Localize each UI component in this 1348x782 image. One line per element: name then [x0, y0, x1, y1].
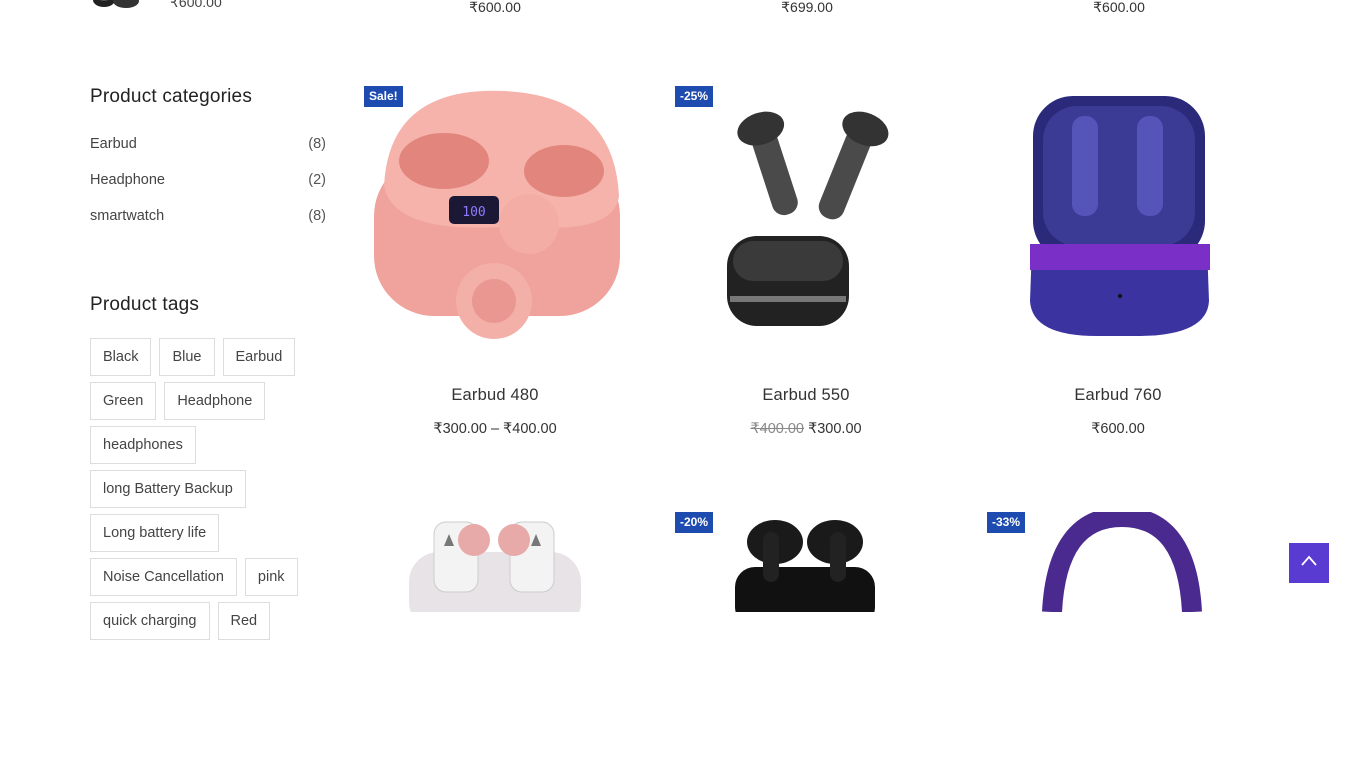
tag-link[interactable]: Earbud: [222, 338, 296, 376]
shop-sidebar: Product categories Earbud (8) Headphone …: [90, 86, 326, 640]
product-card[interactable]: -25% Earbud 550 ₹400.00 ₹300.00: [675, 86, 937, 437]
category-link[interactable]: Headphone: [90, 172, 165, 188]
product-image[interactable]: [364, 512, 626, 782]
product-price: ₹600.00: [1093, 0, 1145, 15]
product-card[interactable]: -33%: [987, 506, 1249, 782]
category-count: (8): [308, 136, 326, 152]
tag-link[interactable]: Green: [90, 382, 157, 420]
product-title[interactable]: Earbud 760: [987, 386, 1249, 405]
tag-link[interactable]: pink: [244, 558, 298, 596]
category-item-headphone[interactable]: Headphone (2): [90, 172, 326, 208]
product-image[interactable]: [987, 86, 1249, 356]
original-price: ₹400.00: [750, 421, 804, 437]
tag-link[interactable]: quick charging: [90, 602, 210, 640]
product-card[interactable]: [364, 512, 626, 782]
category-link[interactable]: Earbud: [90, 136, 137, 152]
tag-link[interactable]: Headphone: [164, 382, 266, 420]
product-card[interactable]: 100 Sale! Earbud 480 ₹300.00 – ₹400.00: [364, 86, 626, 437]
product-image[interactable]: -33%: [987, 506, 1249, 782]
product-categories-title: Product categories: [90, 86, 253, 107]
tag-link[interactable]: Noise Cancellation: [90, 558, 237, 596]
category-list: Earbud (8) Headphone (2) smartwatch (8): [90, 136, 326, 244]
product-price: ₹600.00: [469, 0, 521, 15]
category-count: (2): [308, 172, 326, 188]
tag-link[interactable]: Red: [217, 602, 271, 640]
product-title[interactable]: Earbud 550: [675, 386, 937, 405]
sale-badge: Sale!: [364, 86, 403, 107]
product-card[interactable]: Earbud 760 ₹600.00: [987, 86, 1249, 437]
tag-link[interactable]: Long battery life: [90, 514, 220, 552]
product-image[interactable]: -20%: [675, 512, 937, 782]
recent-product-price: ₹600.00: [170, 0, 222, 10]
product-price: ₹699.00: [781, 0, 833, 15]
product-price: ₹600.00: [1091, 421, 1145, 437]
discount-badge: -33%: [987, 512, 1026, 533]
chevron-up-icon: [1300, 552, 1318, 575]
product-price: ₹300.00 – ₹400.00: [433, 421, 557, 437]
product-image[interactable]: -25%: [675, 86, 937, 356]
sale-price: ₹300.00: [808, 421, 862, 437]
tag-link[interactable]: Blue: [159, 338, 215, 376]
product-tags-title: Product tags: [90, 294, 200, 315]
category-item-smartwatch[interactable]: smartwatch (8): [90, 208, 326, 244]
tag-link[interactable]: headphones: [90, 426, 196, 464]
product-price: ₹400.00 ₹300.00: [675, 421, 937, 437]
discount-badge: -20%: [675, 512, 714, 533]
tag-cloud: Black Blue Earbud Green Headphone headph…: [90, 338, 326, 640]
product-title[interactable]: Earbud 480: [364, 386, 626, 405]
category-count: (8): [308, 208, 326, 224]
svg-text:100: 100: [462, 205, 485, 220]
recent-product-thumbnail[interactable]: [90, 0, 142, 14]
tag-link[interactable]: Black: [90, 338, 152, 376]
category-link[interactable]: smartwatch: [90, 208, 164, 224]
category-item-earbud[interactable]: Earbud (8): [90, 136, 326, 172]
tag-link[interactable]: long Battery Backup: [90, 470, 246, 508]
product-card[interactable]: -20%: [675, 512, 937, 782]
scroll-to-top-button[interactable]: [1289, 543, 1329, 583]
discount-badge: -25%: [675, 86, 714, 107]
product-image[interactable]: 100 Sale!: [364, 86, 626, 356]
